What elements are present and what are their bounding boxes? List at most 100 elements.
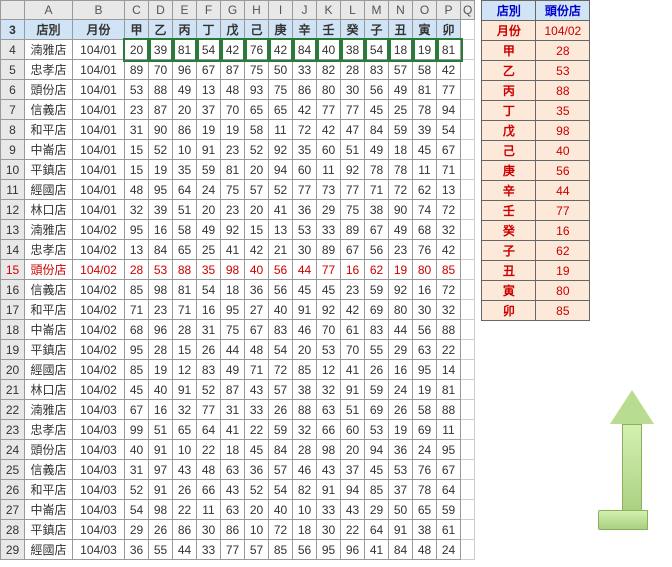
data-cell[interactable]: 25 [389, 100, 413, 120]
data-cell[interactable]: 13 [125, 240, 149, 260]
data-cell[interactable]: 41 [365, 540, 389, 560]
data-cell[interactable]: 15 [125, 140, 149, 160]
data-cell[interactable]: 23 [389, 240, 413, 260]
data-cell[interactable]: 53 [125, 80, 149, 100]
data-cell[interactable]: 64 [365, 520, 389, 540]
data-cell[interactable]: 36 [389, 440, 413, 460]
data-cell[interactable]: 29 [389, 340, 413, 360]
col-header[interactable]: F [197, 1, 221, 20]
data-cell[interactable]: 30 [413, 300, 437, 320]
table-row[interactable]: 16信義店104/028598815418365645452359921672 [1, 280, 475, 300]
data-cell[interactable]: 67 [437, 460, 461, 480]
data-cell[interactable]: 62 [413, 180, 437, 200]
data-cell[interactable]: 45 [413, 140, 437, 160]
data-cell[interactable]: 41 [221, 240, 245, 260]
data-cell[interactable]: 頭份店 [25, 260, 73, 280]
data-cell[interactable]: 80 [413, 260, 437, 280]
data-cell[interactable]: 62 [365, 260, 389, 280]
data-cell[interactable]: 32 [437, 300, 461, 320]
data-cell[interactable]: 104/02 [73, 360, 125, 380]
data-cell[interactable]: 77 [317, 100, 341, 120]
row-number[interactable]: 12 [1, 200, 25, 220]
table-row[interactable]: 27中崙店104/035498221163204010334329506559 [1, 500, 475, 520]
row-number[interactable]: 7 [1, 100, 25, 120]
data-cell[interactable]: 40 [317, 40, 341, 60]
table-row[interactable]: 23忠孝店104/039951656441225932666053196911 [1, 420, 475, 440]
col-header[interactable]: N [389, 1, 413, 20]
col-header[interactable]: H [245, 1, 269, 20]
data-cell[interactable]: 48 [413, 540, 437, 560]
data-cell[interactable]: 38 [365, 200, 389, 220]
data-cell[interactable]: 91 [293, 300, 317, 320]
col-header[interactable]: J [293, 1, 317, 20]
data-cell[interactable]: 58 [245, 120, 269, 140]
data-cell[interactable]: 42 [269, 40, 293, 60]
data-cell[interactable]: 33 [197, 540, 221, 560]
data-cell[interactable]: 32 [317, 380, 341, 400]
data-cell[interactable]: 經國店 [25, 180, 73, 200]
table-row[interactable]: 29經國店104/033655443377578556959641844824 [1, 540, 475, 560]
data-cell[interactable]: 92 [389, 280, 413, 300]
data-cell[interactable]: 81 [173, 40, 197, 60]
data-cell[interactable]: 92 [221, 220, 245, 240]
row-number[interactable]: 17 [1, 300, 25, 320]
data-cell[interactable]: 36 [125, 540, 149, 560]
data-cell[interactable]: 95 [221, 300, 245, 320]
table-row[interactable]: 8和平店104/013190861919581172424784593954 [1, 120, 475, 140]
data-cell[interactable]: 82 [317, 60, 341, 80]
data-cell[interactable]: 信義店 [25, 460, 73, 480]
data-cell[interactable]: 72 [269, 520, 293, 540]
data-cell[interactable]: 48 [125, 180, 149, 200]
data-cell[interactable]: 16 [149, 400, 173, 420]
data-cell[interactable]: 23 [341, 280, 365, 300]
data-cell[interactable]: 85 [125, 360, 149, 380]
data-cell[interactable]: 95 [413, 360, 437, 380]
data-cell[interactable]: 19 [197, 120, 221, 140]
data-cell[interactable]: 41 [341, 360, 365, 380]
data-cell[interactable]: 84 [389, 540, 413, 560]
data-cell[interactable]: 90 [149, 120, 173, 140]
data-cell[interactable]: 68 [125, 320, 149, 340]
data-cell[interactable]: 22 [437, 340, 461, 360]
data-cell[interactable]: 96 [149, 320, 173, 340]
row-number[interactable]: 24 [1, 440, 25, 460]
data-cell[interactable]: 92 [317, 300, 341, 320]
data-cell[interactable]: 28 [173, 320, 197, 340]
data-cell[interactable]: 27 [245, 300, 269, 320]
data-cell[interactable]: 59 [389, 120, 413, 140]
data-cell[interactable]: 77 [197, 400, 221, 420]
data-cell[interactable]: 50 [269, 60, 293, 80]
data-cell[interactable]: 68 [413, 220, 437, 240]
data-cell[interactable]: 56 [365, 80, 389, 100]
data-cell[interactable]: 10 [245, 520, 269, 540]
row-number[interactable]: 15 [1, 260, 25, 280]
data-cell[interactable]: 45 [365, 100, 389, 120]
data-cell[interactable]: 42 [437, 60, 461, 80]
data-cell[interactable]: 97 [149, 460, 173, 480]
table-row[interactable]: 11經國店104/014895642475575277737771726213 [1, 180, 475, 200]
row-number[interactable]: 18 [1, 320, 25, 340]
data-cell[interactable]: 28 [341, 60, 365, 80]
data-cell[interactable]: 71 [437, 160, 461, 180]
data-cell[interactable]: 23 [149, 300, 173, 320]
data-cell[interactable]: 56 [269, 260, 293, 280]
data-cell[interactable]: 82 [293, 480, 317, 500]
data-cell[interactable]: 11 [317, 160, 341, 180]
data-cell[interactable]: 65 [173, 240, 197, 260]
data-cell[interactable]: 67 [245, 320, 269, 340]
data-cell[interactable]: 20 [125, 40, 149, 60]
data-cell[interactable]: 87 [149, 100, 173, 120]
data-cell[interactable]: 15 [173, 340, 197, 360]
col-header[interactable]: C [125, 1, 149, 20]
data-cell[interactable]: 16 [389, 360, 413, 380]
table-row[interactable]: 5忠孝店104/018970966787755033822883575842 [1, 60, 475, 80]
data-cell[interactable]: 24 [437, 540, 461, 560]
data-cell[interactable]: 29 [125, 520, 149, 540]
data-cell[interactable]: 60 [341, 420, 365, 440]
data-cell[interactable]: 72 [293, 120, 317, 140]
data-cell[interactable]: 53 [293, 220, 317, 240]
data-cell[interactable]: 80 [389, 300, 413, 320]
data-cell[interactable]: 36 [245, 280, 269, 300]
data-cell[interactable]: 84 [293, 40, 317, 60]
data-cell[interactable]: 70 [149, 60, 173, 80]
